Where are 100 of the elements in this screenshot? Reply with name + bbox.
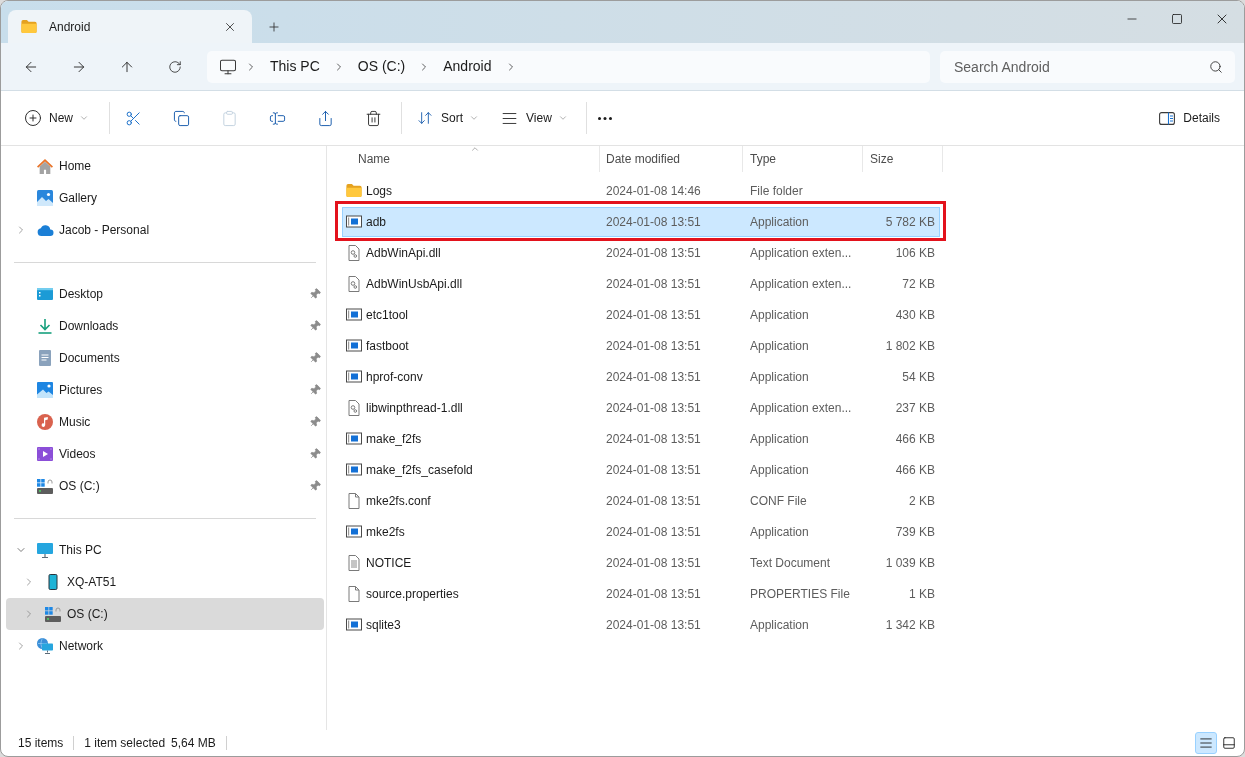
- sort-arrows-icon: [417, 110, 433, 126]
- application-window-icon: [346, 463, 362, 476]
- application-window-icon: [346, 339, 362, 352]
- sidebar-item[interactable]: OS (C:): [6, 470, 324, 502]
- sidebar-item[interactable]: XQ-AT51: [6, 566, 324, 598]
- file-size: 2 KB: [909, 492, 935, 510]
- address-field[interactable]: This PC OS (C:) Android: [207, 50, 930, 83]
- picture-icon: [37, 382, 53, 398]
- sidebar-item[interactable]: Network: [6, 630, 324, 662]
- gallery-icon: [37, 190, 53, 206]
- file-row[interactable]: make_f2fs 2024-01-08 13:51 Application 466 KB: [342, 429, 940, 448]
- file-size: 466 KB: [895, 461, 935, 479]
- file-row[interactable]: mke2fs.conf 2024-01-08 13:51 CONF File 2 KB: [342, 491, 940, 510]
- details-view-button[interactable]: [1195, 732, 1217, 754]
- file-row[interactable]: make_f2fs_casefold 2024-01-08 13:51 Application 466 KB: [342, 460, 940, 479]
- file-name: sqlite3: [366, 616, 401, 634]
- sort-button[interactable]: Sort: [409, 102, 488, 134]
- column-header[interactable]: Size: [863, 146, 943, 172]
- breadcrumb-item[interactable]: Android: [438, 54, 497, 79]
- date-modified: 2024-01-08 13:51: [606, 213, 701, 231]
- date-modified: 2024-01-08 13:51: [606, 461, 701, 479]
- gear-document-icon: [348, 275, 360, 292]
- file-row[interactable]: NOTICE 2024-01-08 13:51 Text Document 1 039 KB: [342, 553, 940, 572]
- application-window-icon: [346, 432, 362, 445]
- phone-icon: [48, 574, 58, 590]
- details-button[interactable]: Details: [1151, 102, 1228, 134]
- file-name: make_f2fs_casefold: [366, 461, 473, 479]
- sidebar-item[interactable]: Desktop: [6, 278, 324, 310]
- document-icon: [39, 350, 51, 366]
- house-icon: [37, 158, 53, 174]
- selection-count: 1 item selected: [84, 735, 166, 752]
- date-modified: 2024-01-08 13:51: [606, 492, 701, 510]
- cloud-icon: [36, 224, 54, 236]
- file-size: 54 KB: [902, 368, 935, 386]
- sort-caret-icon: [470, 144, 480, 154]
- column-header[interactable]: Name: [342, 146, 600, 172]
- file-row[interactable]: AdbWinUsbApi.dll 2024-01-08 13:51 Application exten... 72 KB: [342, 274, 940, 293]
- file-row[interactable]: libwinpthread-1.dll 2024-01-08 13:51 Application exten... 237 KB: [342, 398, 940, 417]
- file-name: libwinpthread-1.dll: [366, 399, 463, 417]
- file-size: 430 KB: [895, 306, 935, 324]
- search-field[interactable]: Search Android: [940, 50, 1235, 83]
- item-count: 15 items: [18, 735, 64, 752]
- file-row[interactable]: source.properties 2024-01-08 13:51 PROPERTIES File 1 KB: [342, 584, 940, 603]
- file-row[interactable]: etc1tool 2024-01-08 13:51 Application 430 KB: [342, 305, 940, 324]
- drive-icon: [37, 478, 53, 494]
- file-size: 72 KB: [902, 275, 935, 293]
- breadcrumb-item[interactable]: OS (C:): [352, 54, 411, 79]
- column-header[interactable]: Date modified: [600, 146, 743, 172]
- breadcrumb-item[interactable]: This PC: [265, 54, 325, 79]
- network-globe-icon: [37, 638, 53, 654]
- sidebar-item[interactable]: Music: [6, 406, 324, 438]
- date-modified: 2024-01-08 14:46: [606, 182, 701, 200]
- sidebar-item[interactable]: Pictures: [6, 374, 324, 406]
- more-icon: [597, 116, 612, 120]
- view-button[interactable]: View: [493, 102, 576, 134]
- file-row[interactable]: mke2fs 2024-01-08 13:51 Application 739 KB: [342, 522, 940, 541]
- file-type: Application exten...: [750, 244, 852, 262]
- folder-icon: [346, 184, 362, 197]
- application-window-icon: [346, 370, 362, 383]
- file-row[interactable]: AdbWinApi.dll 2024-01-08 13:51 Application exten... 106 KB: [342, 243, 940, 262]
- file-size: 1 802 KB: [885, 337, 935, 355]
- file-size: 739 KB: [895, 523, 935, 541]
- sidebar-item[interactable]: Videos: [6, 438, 324, 470]
- date-modified: 2024-01-08 13:51: [606, 399, 701, 417]
- sidebar-item[interactable]: Documents: [6, 342, 324, 374]
- file-name: mke2fs: [366, 523, 405, 541]
- file-type: PROPERTIES File: [750, 585, 850, 603]
- date-modified: 2024-01-08 13:51: [606, 523, 701, 541]
- date-modified: 2024-01-08 13:51: [606, 616, 701, 634]
- date-modified: 2024-01-08 13:51: [606, 430, 701, 448]
- blank-document-icon: [348, 492, 360, 509]
- tab[interactable]: Android: [8, 10, 252, 43]
- gear-document-icon: [348, 399, 360, 416]
- date-modified: 2024-01-08 13:51: [606, 554, 701, 572]
- file-name: hprof-conv: [366, 368, 423, 386]
- folder-icon: [21, 20, 37, 33]
- sidebar-item[interactable]: Jacob - Personal: [6, 214, 324, 246]
- date-modified: 2024-01-08 13:51: [606, 306, 701, 324]
- refresh-icon: [168, 59, 182, 74]
- gear-document-icon: [348, 244, 360, 261]
- sidebar-item[interactable]: This PC: [6, 534, 324, 566]
- column-header[interactable]: Type: [743, 146, 863, 172]
- sidebar-item[interactable]: Home: [6, 150, 324, 182]
- file-name: AdbWinApi.dll: [366, 244, 441, 262]
- file-size: 5 782 KB: [885, 213, 935, 231]
- file-row[interactable]: hprof-conv 2024-01-08 13:51 Application 54 KB: [342, 367, 940, 386]
- details-pane-icon: [1159, 111, 1176, 125]
- sidebar-item[interactable]: Gallery: [6, 182, 324, 214]
- monitor-icon: [37, 542, 53, 558]
- date-modified: 2024-01-08 13:51: [606, 368, 701, 386]
- new-button[interactable]: New: [16, 102, 97, 134]
- file-row[interactable]: fastboot 2024-01-08 13:51 Application 1 802 KB: [342, 336, 940, 355]
- file-size: 106 KB: [895, 244, 935, 262]
- sidebar-item[interactable]: Downloads: [6, 310, 324, 342]
- file-row[interactable]: sqlite3 2024-01-08 13:51 Application 1 342 KB: [342, 615, 940, 634]
- date-modified: 2024-01-08 13:51: [606, 585, 701, 603]
- file-type: Application: [750, 616, 809, 634]
- sidebar-item[interactable]: OS (C:): [6, 598, 324, 630]
- caret-icon: [469, 113, 480, 123]
- file-row[interactable]: Logs 2024-01-08 14:46 File folder: [342, 181, 940, 200]
